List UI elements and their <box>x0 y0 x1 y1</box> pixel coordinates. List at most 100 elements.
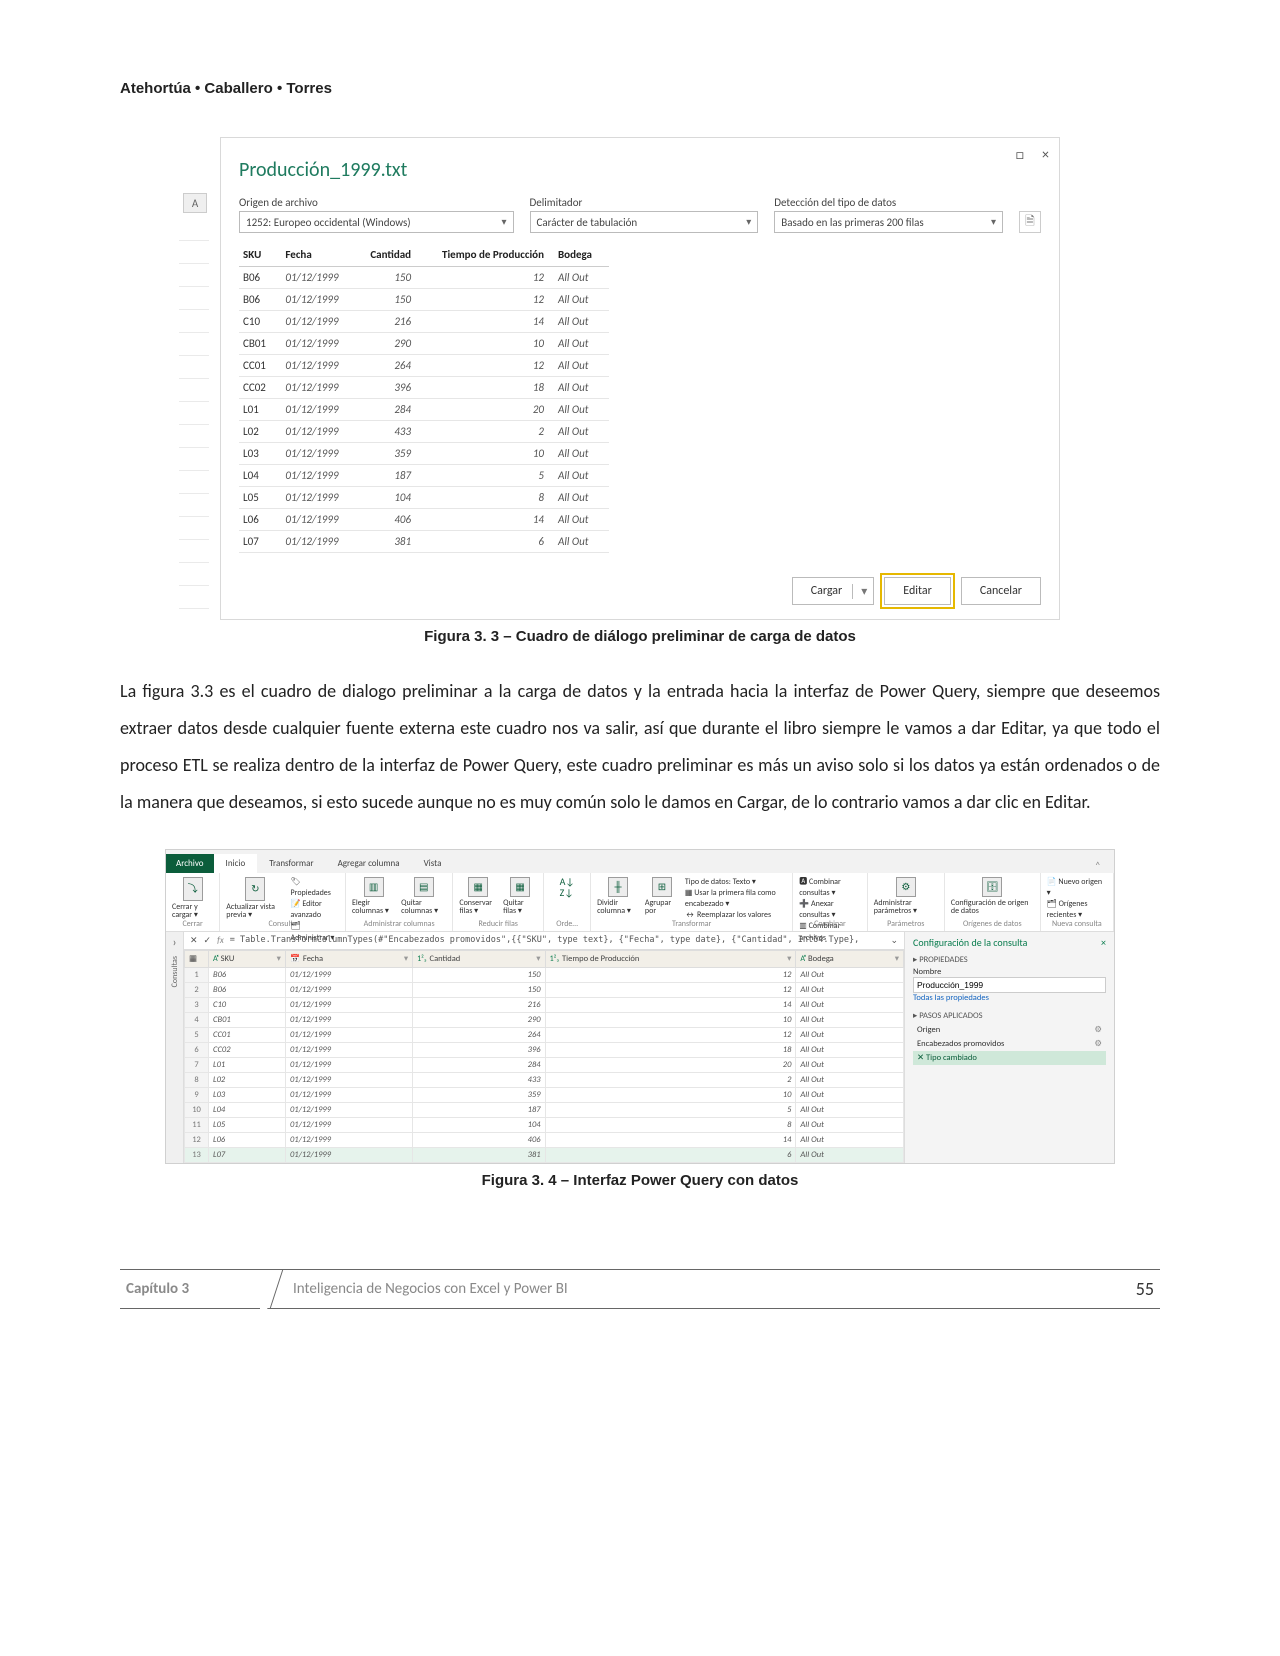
data-source-settings-button[interactable]: 🗄Configuración de origen de datos <box>951 877 1034 917</box>
advanced-editor-button[interactable]: 📝 Editor avanzado <box>291 899 339 921</box>
first-row-header-button[interactable]: ▦ Usar la primera fila como encabezado ▾ <box>685 888 786 910</box>
preview-row: L0601/12/199940614All Out <box>239 509 609 531</box>
preview-row: C1001/12/199921614All Out <box>239 311 609 333</box>
ribbon-cap-combinar: Combinar <box>814 917 846 931</box>
close-and-load-button[interactable]: ⤵Cerrar y cargar ▾ <box>172 877 213 921</box>
grid-row[interactable]: 4CB0101/12/199929010All Out <box>185 1012 904 1027</box>
ribbon-cap-param: Parámetros <box>887 917 924 931</box>
ribbon-cap-consulta: Consulta <box>268 917 296 931</box>
split-column-button[interactable]: ╫Dividir columna ▾ <box>597 877 639 917</box>
merge-queries-button[interactable]: 🅰 Combinar consultas ▾ <box>799 877 860 899</box>
close-panel-icon[interactable]: × <box>1101 936 1106 949</box>
grid-corner[interactable]: ▦ <box>185 950 209 967</box>
refresh-preview-button[interactable]: ↻Actualizar vista previa ▾ <box>226 877 284 921</box>
grid-row[interactable]: 1B0601/12/199915012All Out <box>185 967 904 982</box>
remove-columns-button[interactable]: ▤Quitar columnas ▾ <box>401 877 446 917</box>
grid-col-header[interactable]: 1²₃Tiempo de Producción▾ <box>545 950 796 967</box>
grid-row[interactable]: 3C1001/12/199921614All Out <box>185 997 904 1012</box>
preview-dialog: A □ × Producción_1999.txt Origen de arch… <box>220 137 1060 620</box>
queries-label: Consultas <box>170 956 180 987</box>
queries-panel-collapsed[interactable]: › Consultas <box>166 932 184 1163</box>
tab-archivo[interactable]: Archivo <box>166 854 214 873</box>
preview-row: L0201/12/19994332All Out <box>239 421 609 443</box>
grid-row[interactable]: 8L0201/12/19994332All Out <box>185 1072 904 1087</box>
window-close-icon[interactable]: × <box>1042 146 1049 163</box>
grid-row[interactable]: 11L0501/12/19991048All Out <box>185 1117 904 1132</box>
sort-asc-button[interactable]: A↓Z↓ <box>550 877 584 899</box>
all-properties-link[interactable]: Todas las propiedades <box>913 993 1106 1003</box>
editar-button[interactable]: Editar <box>884 577 951 605</box>
expand-icon[interactable]: › <box>172 936 176 950</box>
file-origin-select[interactable]: 1252: Europeo occidental (Windows) <box>239 211 514 233</box>
grid-row[interactable]: 6CC0201/12/199939618All Out <box>185 1042 904 1057</box>
grid-col-header[interactable]: 1²₃Cantidad▾ <box>413 950 545 967</box>
ribbon-collapse-icon[interactable]: ^ <box>1088 858 1108 873</box>
power-query-window: Archivo Inicio Transformar Agregar colum… <box>165 849 1115 1164</box>
doc-options-icon[interactable]: 🗎 <box>1019 211 1041 233</box>
grid-row[interactable]: 7L0101/12/199928420All Out <box>185 1057 904 1072</box>
pq-tabs: Archivo Inicio Transformar Agregar colum… <box>166 850 1114 873</box>
grid-row[interactable]: 10L0401/12/19991875All Out <box>185 1102 904 1117</box>
formula-accept-icon[interactable]: ✓ <box>204 935 212 946</box>
preview-col-header: Tiempo de Producción <box>421 243 554 267</box>
cargar-button[interactable]: Cargar▾ <box>792 577 875 605</box>
ribbon-cap-reducir: Reducir filas <box>478 917 517 931</box>
fx-icon[interactable]: fx <box>217 935 224 946</box>
preview-col-header: SKU <box>239 243 281 267</box>
grid-row[interactable]: 12L0601/12/199940614All Out <box>185 1132 904 1147</box>
tab-agregar-columna[interactable]: Agregar columna <box>326 854 412 873</box>
figure-3-3-caption: Figura 3. 3 – Cuadro de diálogo prelimin… <box>120 628 1160 645</box>
manage-params-button[interactable]: ⚙Administrar parámetros ▾ <box>874 877 938 917</box>
applied-step[interactable]: ✕ Tipo cambiado <box>913 1051 1106 1065</box>
tab-inicio[interactable]: Inicio <box>214 854 258 873</box>
formula-expand-icon[interactable]: ⌄ <box>890 935 898 946</box>
grid-row[interactable]: 13L0701/12/19993816All Out <box>185 1147 904 1162</box>
delimiter-label: Delimitador <box>530 196 759 209</box>
grid-col-header[interactable]: 📅Fecha▾ <box>285 950 412 967</box>
group-by-button[interactable]: ⊞Agrupar por <box>645 877 679 917</box>
properties-header: ▸ PROPIEDADES <box>913 955 1106 965</box>
preview-row: L0101/12/199928420All Out <box>239 399 609 421</box>
grid-row[interactable]: 9L0301/12/199935910All Out <box>185 1087 904 1102</box>
preview-row: CC0201/12/199939618All Out <box>239 377 609 399</box>
ribbon-cap-orde: Orde… <box>556 917 578 931</box>
footer-page-number: 55 <box>1110 1278 1160 1300</box>
query-grid: ▦A͓ͨSKU▾📅Fecha▾1²₃Cantidad▾1²₃Tiempo de … <box>184 950 904 1163</box>
page-header-authors: Atehortúa • Caballero • Torres <box>120 80 1160 97</box>
cancelar-button[interactable]: Cancelar <box>961 577 1041 605</box>
grid-row[interactable]: 2B0601/12/199915012All Out <box>185 982 904 997</box>
name-label: Nombre <box>913 967 1106 977</box>
footer-chapter: Capítulo 3 <box>120 1280 260 1298</box>
applied-step[interactable]: Origen⚙ <box>913 1023 1106 1037</box>
applied-step[interactable]: Encabezados promovidos⚙ <box>913 1037 1106 1051</box>
preview-row: B0601/12/199915012All Out <box>239 267 609 289</box>
data-type-button[interactable]: Tipo de datos: Texto ▾ <box>685 877 786 888</box>
tab-transformar[interactable]: Transformar <box>257 854 325 873</box>
properties-button[interactable]: 🏷 Propiedades <box>291 877 339 899</box>
detection-select[interactable]: Basado en las primeras 200 filas <box>774 211 1003 233</box>
window-minimize-icon[interactable]: □ <box>1016 146 1024 163</box>
body-paragraph: La figura 3.3 es el cuadro de dialogo pr… <box>120 673 1160 821</box>
applied-steps-header: ▸ PASOS APLICADOS <box>913 1011 1106 1021</box>
preview-row: CC0101/12/199926412All Out <box>239 355 609 377</box>
grid-col-header[interactable]: A͓ͨSKU▾ <box>209 950 286 967</box>
formula-bar[interactable]: ✕ ✓ fx = Table.TransformColumnTypes(#"En… <box>184 932 904 950</box>
preview-row: L0501/12/19991048All Out <box>239 487 609 509</box>
choose-columns-button[interactable]: ▥Elegir columnas ▾ <box>352 877 395 917</box>
tab-vista[interactable]: Vista <box>412 854 454 873</box>
query-name-input[interactable] <box>913 977 1106 993</box>
detection-label: Detección del tipo de datos <box>774 196 1003 209</box>
formula-cancel-icon[interactable]: ✕ <box>190 935 198 946</box>
preview-col-header: Cantidad <box>358 243 421 267</box>
preview-table: SKUFechaCantidadTiempo de ProducciónBode… <box>239 243 609 553</box>
delimiter-select[interactable]: Carácter de tabulación <box>530 211 759 233</box>
preview-row: L0301/12/199935910All Out <box>239 443 609 465</box>
file-origin-label: Origen de archivo <box>239 196 514 209</box>
footer-subtitle: Inteligencia de Negocios con Excel y Pow… <box>293 1280 1110 1298</box>
grid-col-header[interactable]: A͓ͨBodega▾ <box>796 950 904 967</box>
keep-rows-button[interactable]: ▦Conservar filas ▾ <box>459 877 497 917</box>
new-source-button[interactable]: 📄 Nuevo origen ▾ <box>1047 877 1107 899</box>
dialog-title: Producción_1999.txt <box>239 158 1041 182</box>
remove-rows-button[interactable]: ▦Quitar filas ▾ <box>503 877 537 917</box>
grid-row[interactable]: 5CC0101/12/199926412All Out <box>185 1027 904 1042</box>
